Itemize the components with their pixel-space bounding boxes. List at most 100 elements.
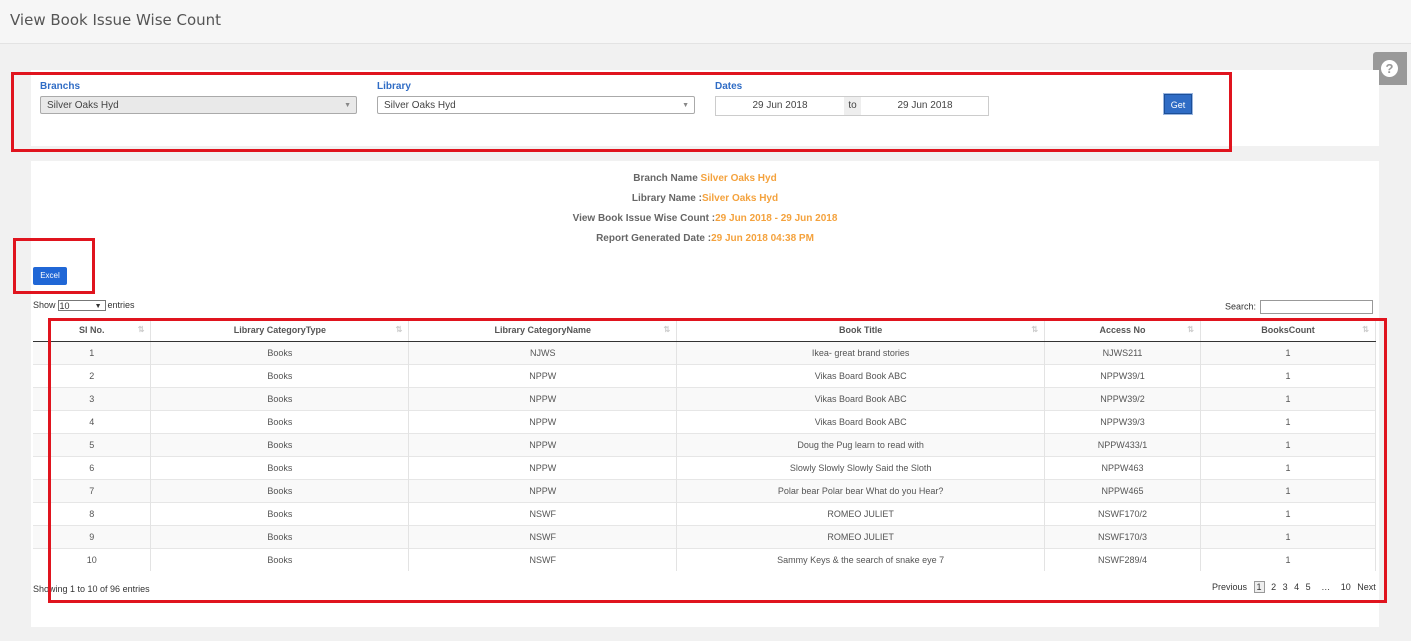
chevron-down-icon: ▼: [344, 102, 351, 109]
sort-icon: ⇅: [1031, 325, 1039, 334]
table-info: Showing 1 to 10 of 96 entries: [33, 584, 150, 594]
column-header[interactable]: Book Title ⇅: [676, 319, 1046, 342]
table-cell: Sammy Keys & the search of snake eye 7: [676, 548, 1046, 571]
table-cell: NPPW39/3: [1044, 410, 1201, 434]
table-cell: Doug the Pug learn to read with: [676, 433, 1046, 457]
table-cell: 2: [33, 364, 152, 388]
table-cell: NJWS: [408, 341, 678, 365]
table-cell: NPPW433/1: [1044, 433, 1201, 457]
date-range-line: View Book Issue Wise Count :29 Jun 2018 …: [31, 213, 1379, 224]
table-cell: NPPW: [408, 387, 678, 411]
entries-label: entries: [107, 300, 135, 310]
table-cell: NJWS211: [1044, 341, 1201, 365]
sort-icon: ⇅: [663, 325, 671, 334]
table-cell: NSWF170/2: [1044, 502, 1201, 526]
table-cell: 10: [33, 548, 152, 571]
table-cell: Vikas Board Book ABC: [676, 410, 1046, 434]
table-row: 2 Books NPPW Vikas Board Book ABC NPPW39/1 1: [33, 364, 1376, 388]
get-button[interactable]: Get: [1164, 94, 1192, 114]
pagination-page[interactable]: 10: [1341, 582, 1351, 592]
table-cell: 1: [1200, 456, 1376, 480]
chevron-down-icon: ▼: [94, 303, 102, 311]
pagination-page[interactable]: 3: [1283, 582, 1288, 592]
table-cell: 7: [33, 479, 152, 503]
filter-panel: Branchs Silver Oaks Hyd ▼ Library Silver…: [31, 70, 1379, 146]
table-cell: 1: [1200, 433, 1376, 457]
pagination-page[interactable]: 2: [1271, 582, 1276, 592]
dates-label: Dates: [715, 81, 743, 92]
column-header[interactable]: Library CategoryType ⇅: [150, 319, 410, 342]
page-length-control: Show 10 ▼ entries: [33, 300, 135, 312]
library-name-label: Library Name :: [631, 193, 702, 204]
table-cell: NPPW463: [1044, 456, 1201, 480]
table-cell: Books: [150, 364, 410, 388]
search-control: Search:: [1225, 300, 1374, 314]
table-cell: Vikas Board Book ABC: [676, 364, 1046, 388]
table-cell: NPPW39/2: [1044, 387, 1201, 411]
pagination: Previous 1 2 3 4 5 … 10 Next: [1210, 581, 1378, 593]
table-cell: NPPW: [408, 456, 678, 480]
table-cell: 1: [1200, 502, 1376, 526]
search-input[interactable]: [1260, 300, 1374, 314]
pagination-page[interactable]: 4: [1294, 582, 1299, 592]
report-panel: Branch Name Silver Oaks Hyd Library Name…: [31, 161, 1379, 627]
branch-name-label: Branch Name: [633, 173, 698, 184]
table-cell: ROMEO JULIET: [676, 502, 1046, 526]
sort-icon: ⇅: [1187, 325, 1194, 334]
page-length-select[interactable]: 10 ▼: [57, 300, 106, 312]
library-name-line: Library Name :Silver Oaks Hyd: [31, 193, 1379, 204]
table-cell: Slowly Slowly Slowly Said the Sloth: [676, 456, 1046, 480]
page-length-value: 10: [59, 301, 70, 312]
generated-date-line: Report Generated Date :29 Jun 2018 04:38…: [31, 233, 1379, 244]
column-header[interactable]: Library CategoryName ⇅: [408, 319, 678, 342]
page-title: View Book Issue Wise Count: [10, 11, 222, 29]
excel-export-button[interactable]: Excel: [33, 267, 67, 285]
search-label: Search:: [1225, 301, 1257, 312]
date-from-input[interactable]: 29 Jun 2018: [716, 97, 844, 115]
column-header[interactable]: Access No ⇅: [1044, 319, 1201, 342]
table-cell: Ikea- great brand stories: [676, 341, 1046, 365]
branch-select[interactable]: Silver Oaks Hyd ▼: [40, 96, 357, 114]
table-row: 4 Books NPPW Vikas Board Book ABC NPPW39/3 1: [33, 410, 1376, 434]
table-cell: 1: [1200, 525, 1376, 549]
table-cell: ROMEO JULIET: [676, 525, 1046, 549]
pagination-previous[interactable]: Previous: [1212, 582, 1247, 592]
table-row: 7 Books NPPW Polar bear Polar bear What do …: [33, 479, 1376, 503]
date-range-value: 29 Jun 2018 - 29 Jun 2018: [715, 213, 838, 224]
table-cell: Books: [150, 387, 410, 411]
library-select[interactable]: Silver Oaks Hyd ▼: [377, 96, 695, 114]
table-cell: NPPW: [408, 479, 678, 503]
generated-date-value: 29 Jun 2018 04:38 PM: [711, 233, 814, 244]
table-cell: Books: [150, 548, 410, 571]
branch-label: Branchs: [40, 81, 81, 92]
table-cell: 1: [1200, 387, 1376, 411]
table-cell: NSWF170/3: [1044, 525, 1201, 549]
pagination-next[interactable]: Next: [1357, 582, 1376, 592]
library-name-value: Silver Oaks Hyd: [701, 193, 779, 204]
pagination-page[interactable]: 5: [1306, 582, 1311, 592]
table-cell: Books: [150, 456, 410, 480]
table-cell: Books: [150, 479, 410, 503]
table-header-row: Sl No. ⇅ Library CategoryType ⇅ Library Ca…: [33, 319, 1376, 342]
table-row: 9 Books NSWF ROMEO JULIET NSWF170/3 1: [33, 525, 1376, 549]
table-cell: Books: [150, 341, 410, 365]
table-cell: 1: [1200, 479, 1376, 503]
table-row: 10 Books NSWF Sammy Keys & the search of sn…: [33, 548, 1376, 571]
table-cell: NPPW: [408, 433, 678, 457]
table-cell: 1: [33, 341, 152, 365]
top-bar: View Book Issue Wise Count: [0, 0, 1411, 44]
column-header[interactable]: Sl No. ⇅: [33, 319, 152, 342]
chevron-down-icon: ▼: [682, 102, 689, 109]
column-header[interactable]: BooksCount ⇅: [1200, 319, 1376, 342]
sort-icon: ⇅: [137, 325, 145, 334]
table-cell: Books: [150, 525, 410, 549]
date-to-input[interactable]: 29 Jun 2018: [861, 97, 989, 115]
table-cell: 1: [1200, 341, 1376, 365]
table-cell: 6: [33, 456, 152, 480]
sort-icon: ⇅: [395, 325, 403, 334]
table-cell: NPPW: [408, 364, 678, 388]
branch-name-line: Branch Name Silver Oaks Hyd: [31, 173, 1379, 184]
table-cell: 5: [33, 433, 152, 457]
pagination-page-current[interactable]: 1: [1253, 581, 1265, 593]
branch-name-value: Silver Oaks Hyd: [700, 173, 777, 184]
